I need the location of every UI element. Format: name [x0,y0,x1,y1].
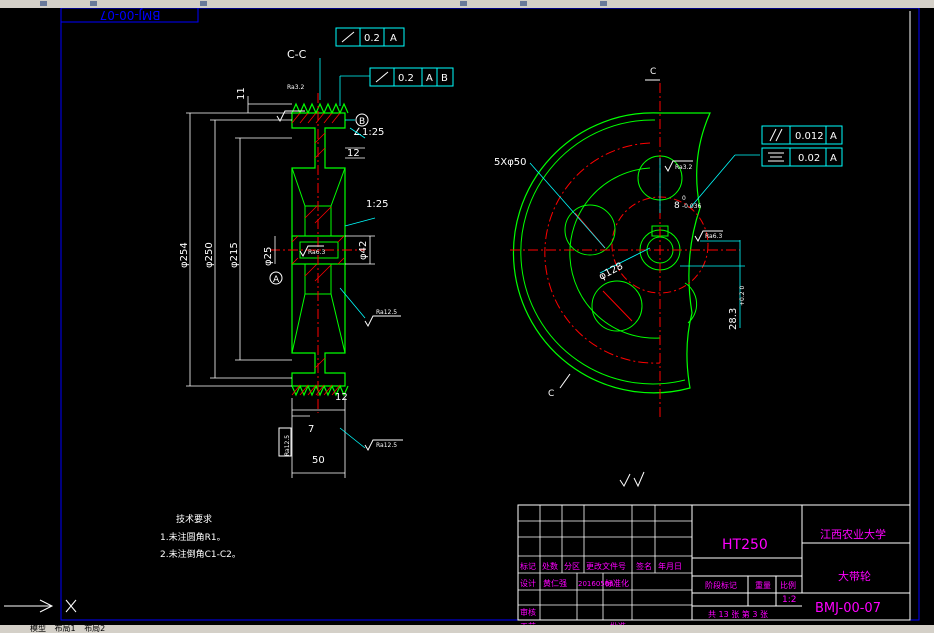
mirror-stamp-text: BMJ-00-07 [100,8,161,22]
toolbar-icon[interactable] [40,1,47,6]
material: HT250 [722,537,768,553]
tab-model[interactable]: 模型 [30,624,46,633]
tech-requirements: 技术要求 1.未注圆角R1。 2.未注倒角C1-C2。 [160,513,241,560]
dim-12-bottom: 12 [335,392,348,403]
tol1-value: 0.2 [364,33,380,44]
designer-name: 黄仁强 [543,578,567,588]
tol-frame-3: 0.012 A [761,125,843,145]
toolbar-icon[interactable] [460,1,467,6]
rough-ra32-a: Ra3.2 [287,84,304,91]
dim-12-top: 12 [347,148,360,159]
tech-item-2: 2.未注倒角C1-C2。 [160,548,241,560]
rough-ra63-b: Ra6.3 [705,233,722,240]
tol2-datum1: A [426,73,433,84]
dim-7: 7 [308,424,314,435]
tol3-value: 0.012 [795,131,824,142]
taper-2: 1:25 [366,199,388,210]
section-label: C-C [287,48,307,61]
dim-254: φ254 [179,242,190,268]
tol2-value: 0.2 [398,73,414,84]
toolbar-icon[interactable] [200,1,207,6]
dimension-texts-left: φ254 φ250 φ215 φ25 φ42 11 12 12 7 50 ∠1:… [179,87,388,466]
drawing-canvas[interactable]: BMJ-00-07 φ254 φ250 φ215 φ25 φ42 11 12 1… [0,7,934,631]
rough-ra125-b: Ra12.5 [376,442,397,449]
datum-a-label: A [273,275,280,285]
dim-250: φ250 [204,242,215,268]
key-width: 8 [674,201,680,211]
cad-drawing[interactable]: BMJ-00-07 φ254 φ250 φ215 φ25 φ42 11 12 1… [0,7,934,631]
rough-ra125-a: Ra12.5 [376,309,397,316]
tab-layout1[interactable]: 布局1 [55,624,76,633]
hdr-zone: 分区 [564,562,580,571]
key-depth-tol: +0.2 0 [739,286,746,306]
company: 江西农业大学 [820,527,886,541]
hdr-signature: 签名 [636,561,652,571]
taper-1: ∠1:25 [353,127,384,138]
sheet-info: 共 13 张 第 3 张 [708,609,768,619]
dim-42: φ42 [358,241,369,260]
toolbar-icon[interactable] [90,1,97,6]
check-label: 审核 [520,607,536,617]
rough-ra32-b: Ra3.2 [675,164,692,171]
tol-frame-1: 0.2 A [335,27,405,47]
general-roughness-symbol [619,471,645,488]
dim-50: 50 [312,455,325,466]
holes-callout: 5Xφ50 [494,157,527,168]
tech-item-1: 1.未注圆角R1。 [160,531,226,543]
tol-frame-4: 0.02 A [761,147,843,167]
tol1-datum: A [390,33,397,44]
dim-25: φ25 [263,247,274,266]
tol4-datum: A [830,153,837,164]
dim-11: 11 [236,87,247,100]
leaders-right [529,154,760,328]
drawing-number: BMJ-00-07 [815,601,881,616]
designer-label: 设计 [520,578,536,588]
hdr-date: 年月日 [658,561,682,571]
toolbar-icon[interactable] [600,1,607,6]
cut-mark-bottom [559,373,571,389]
stage-label: 阶段标记 [705,580,737,590]
tech-title: 技术要求 [176,513,212,525]
tol3-datum: A [830,131,837,142]
toolbar-icon[interactable] [520,1,527,6]
weight-label: 重量 [755,580,771,590]
key-tol-top: 0 [682,195,686,202]
title-block: 标记 处数 分区 更改文件号 签名 年月日 设计 黄仁强 20160506 标准… [517,504,911,631]
cut-label-top: C [650,67,656,77]
ucs-icon [4,599,77,613]
dim-215: φ215 [229,242,240,268]
hdr-mark: 标记 [520,561,536,571]
tab-layout2[interactable]: 布局2 [84,624,105,633]
layout-tabs: 模型 布局1 布局2 [0,625,934,633]
cut-label-bottom: C [548,389,554,399]
hdr-count: 处数 [542,561,558,571]
pcd-callout: φ128 [597,261,625,283]
part-name: 大带轮 [838,569,871,583]
tol2-datum2: B [441,73,448,84]
rough-ra125-c: Ra12.5 [284,435,291,456]
rough-ra63-a: Ra6.3 [308,249,325,256]
key-depth: 28.3 [728,308,739,330]
tol4-value: 0.02 [798,153,820,164]
datum-b-label: B [359,117,365,127]
scale-label: 比例 [780,580,796,590]
standardize-label: 标准化 [605,578,629,588]
hdr-change-doc: 更改文件号 [586,561,626,571]
tol-frame-2: 0.2 A B [369,67,454,87]
scale-value: 1:2 [782,595,796,605]
key-tol-bottom: -0.036 [682,203,702,210]
front-view [510,83,740,418]
